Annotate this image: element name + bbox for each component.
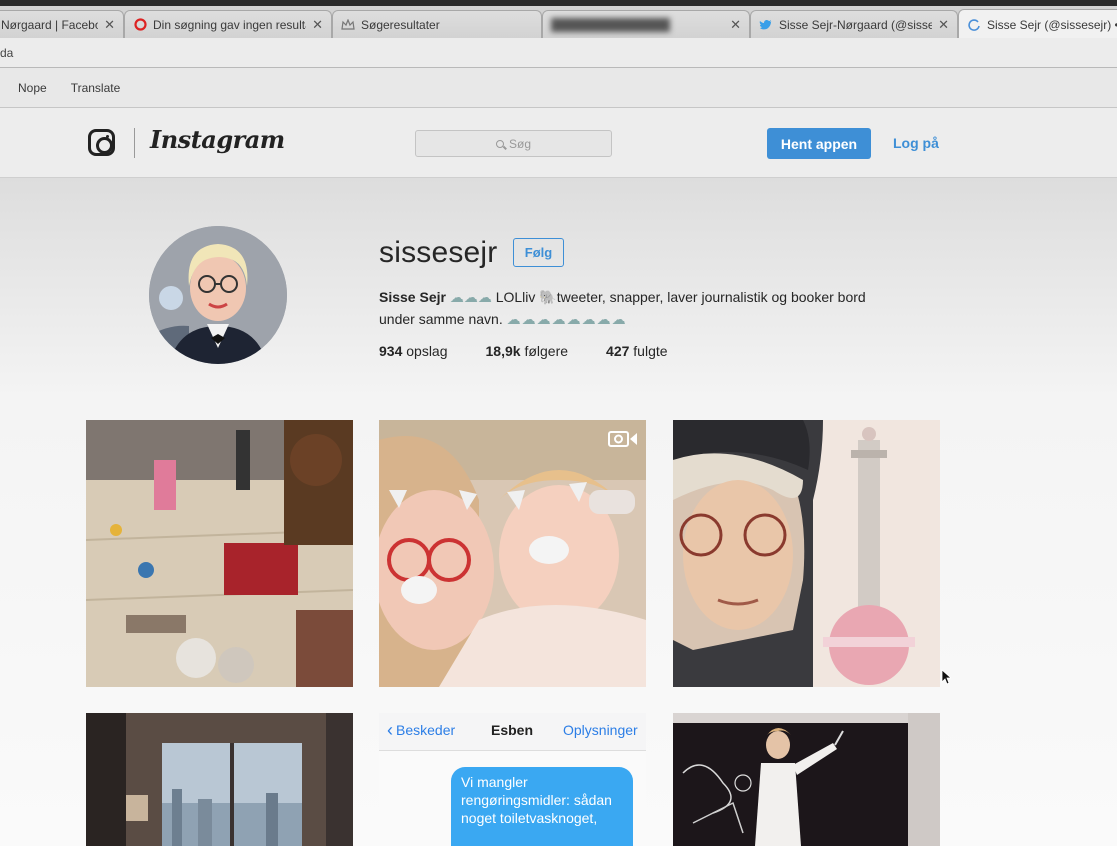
bio-text-a: LOLliv [495, 289, 536, 305]
post-chalk-wall[interactable] [673, 713, 940, 846]
close-icon[interactable]: ✕ [938, 17, 949, 33]
following-label: fulgte [633, 343, 668, 359]
profile-username: sissesejr [379, 236, 498, 269]
close-icon[interactable]: ✕ [104, 17, 115, 33]
instagram-wordmark[interactable]: Instagram [150, 125, 285, 154]
close-icon[interactable]: ✕ [730, 17, 741, 33]
messages-back-link[interactable]: ‹ Beskeder [387, 720, 456, 740]
crown-icon [341, 18, 355, 32]
tab-bar: Nørgaard | Facebo ✕ Din søgning gav inge… [0, 6, 1117, 39]
posts-label: opslag [406, 343, 448, 359]
get-app-button[interactable]: Hent appen [767, 128, 871, 159]
post-pearl-tower-selfie[interactable] [673, 420, 940, 687]
tab-search-no-results[interactable]: Din søgning gav ingen resulta ✕ [124, 10, 332, 38]
tab-instagram-active[interactable]: Sisse Sejr (@sissesejr) • I [958, 9, 1117, 39]
messages-info-link[interactable]: Oplysninger [563, 722, 638, 738]
instagram-header: Instagram Søg Hent appen Log på [0, 108, 1117, 178]
post-snapchat-selfie[interactable] [379, 420, 646, 687]
followers-label: følgere [524, 343, 569, 359]
tab-facebook[interactable]: Nørgaard | Facebo ✕ [0, 10, 124, 38]
cloud-emoji-row-icon: ☁☁☁☁☁☁☁☁ [506, 311, 627, 327]
loading-icon [967, 18, 981, 32]
bio-name: Sisse Sejr [379, 289, 446, 305]
twitter-icon [759, 18, 773, 32]
messages-back-label: Beskeder [396, 722, 456, 738]
tab-title: Sisse Sejr-Nørgaard (@sisses [779, 17, 933, 32]
tab-blurred[interactable]: ██████████████ ✕ [542, 10, 750, 38]
mouse-cursor-icon [941, 669, 953, 690]
tab-twitter[interactable]: Sisse Sejr-Nørgaard (@sisses ✕ [750, 10, 958, 38]
search-placeholder: Søg [508, 136, 531, 151]
tab-title-blurred: ██████████████ [551, 17, 671, 32]
messages-contact-name: Esben [491, 722, 534, 738]
cloud-emoji-icon: ☁☁☁ [449, 289, 492, 305]
tab-title: Nørgaard | Facebo [1, 17, 99, 32]
tab-title: Sisse Sejr (@sissesejr) • I [987, 17, 1117, 32]
bio-text-line2: under samme navn. [379, 311, 503, 327]
elephant-emoji-icon: 🐘 [539, 289, 557, 305]
tab-title: Søgeresultater [361, 17, 440, 32]
search-input[interactable]: Søg [415, 130, 612, 157]
following-count: 427 [606, 343, 630, 359]
following-stat[interactable]: 427 fulgte [606, 343, 668, 359]
red-circle-icon [133, 18, 147, 32]
instagram-camera-icon[interactable] [88, 129, 115, 156]
posts-stat: 934 opslag [379, 343, 448, 359]
bookmark-nope[interactable]: Nope [18, 81, 47, 95]
avatar[interactable] [149, 226, 287, 364]
bio-text-b: tweeter, snapper, laver journalistik og … [556, 289, 866, 305]
messages-header: ‹ Beskeder Esben Oplysninger [379, 713, 646, 751]
tab-search-results[interactable]: Søgeresultater [332, 10, 542, 38]
video-icon [608, 429, 638, 449]
profile-stats: 934 opslag 18,9k følgere 427 fulgte [379, 343, 706, 359]
bookmarks-bar: Nope Translate [0, 68, 1117, 108]
follow-button[interactable]: Følg [513, 238, 564, 267]
followers-stat[interactable]: 18,9k følgere [486, 343, 569, 359]
tab-title: Din søgning gav ingen resulta [153, 17, 307, 32]
posts-count: 934 [379, 343, 403, 359]
close-icon[interactable]: ✕ [312, 17, 323, 33]
followers-count: 18,9k [485, 343, 521, 359]
profile-page: sissesejr Følg Sisse Sejr ☁☁☁ LOLliv 🐘tw… [0, 178, 1117, 846]
message-bubble: Vi mangler rengøringsmidler: sådan noget… [451, 767, 633, 846]
header-divider [134, 128, 135, 158]
login-link[interactable]: Log på [893, 135, 939, 151]
post-city-window[interactable] [86, 713, 353, 846]
address-bar[interactable]: da [0, 38, 1117, 68]
bookmark-translate[interactable]: Translate [71, 81, 121, 95]
address-bar-text: da [0, 46, 14, 60]
post-toys-room[interactable] [86, 420, 353, 687]
chevron-left-icon: ‹ [387, 720, 393, 740]
profile-bio: Sisse Sejr ☁☁☁ LOLliv 🐘tweeter, snapper,… [379, 286, 939, 330]
post-imessage-screenshot[interactable]: ‹ Beskeder Esben Oplysninger Vi mangler … [379, 713, 646, 846]
search-icon [495, 139, 504, 148]
